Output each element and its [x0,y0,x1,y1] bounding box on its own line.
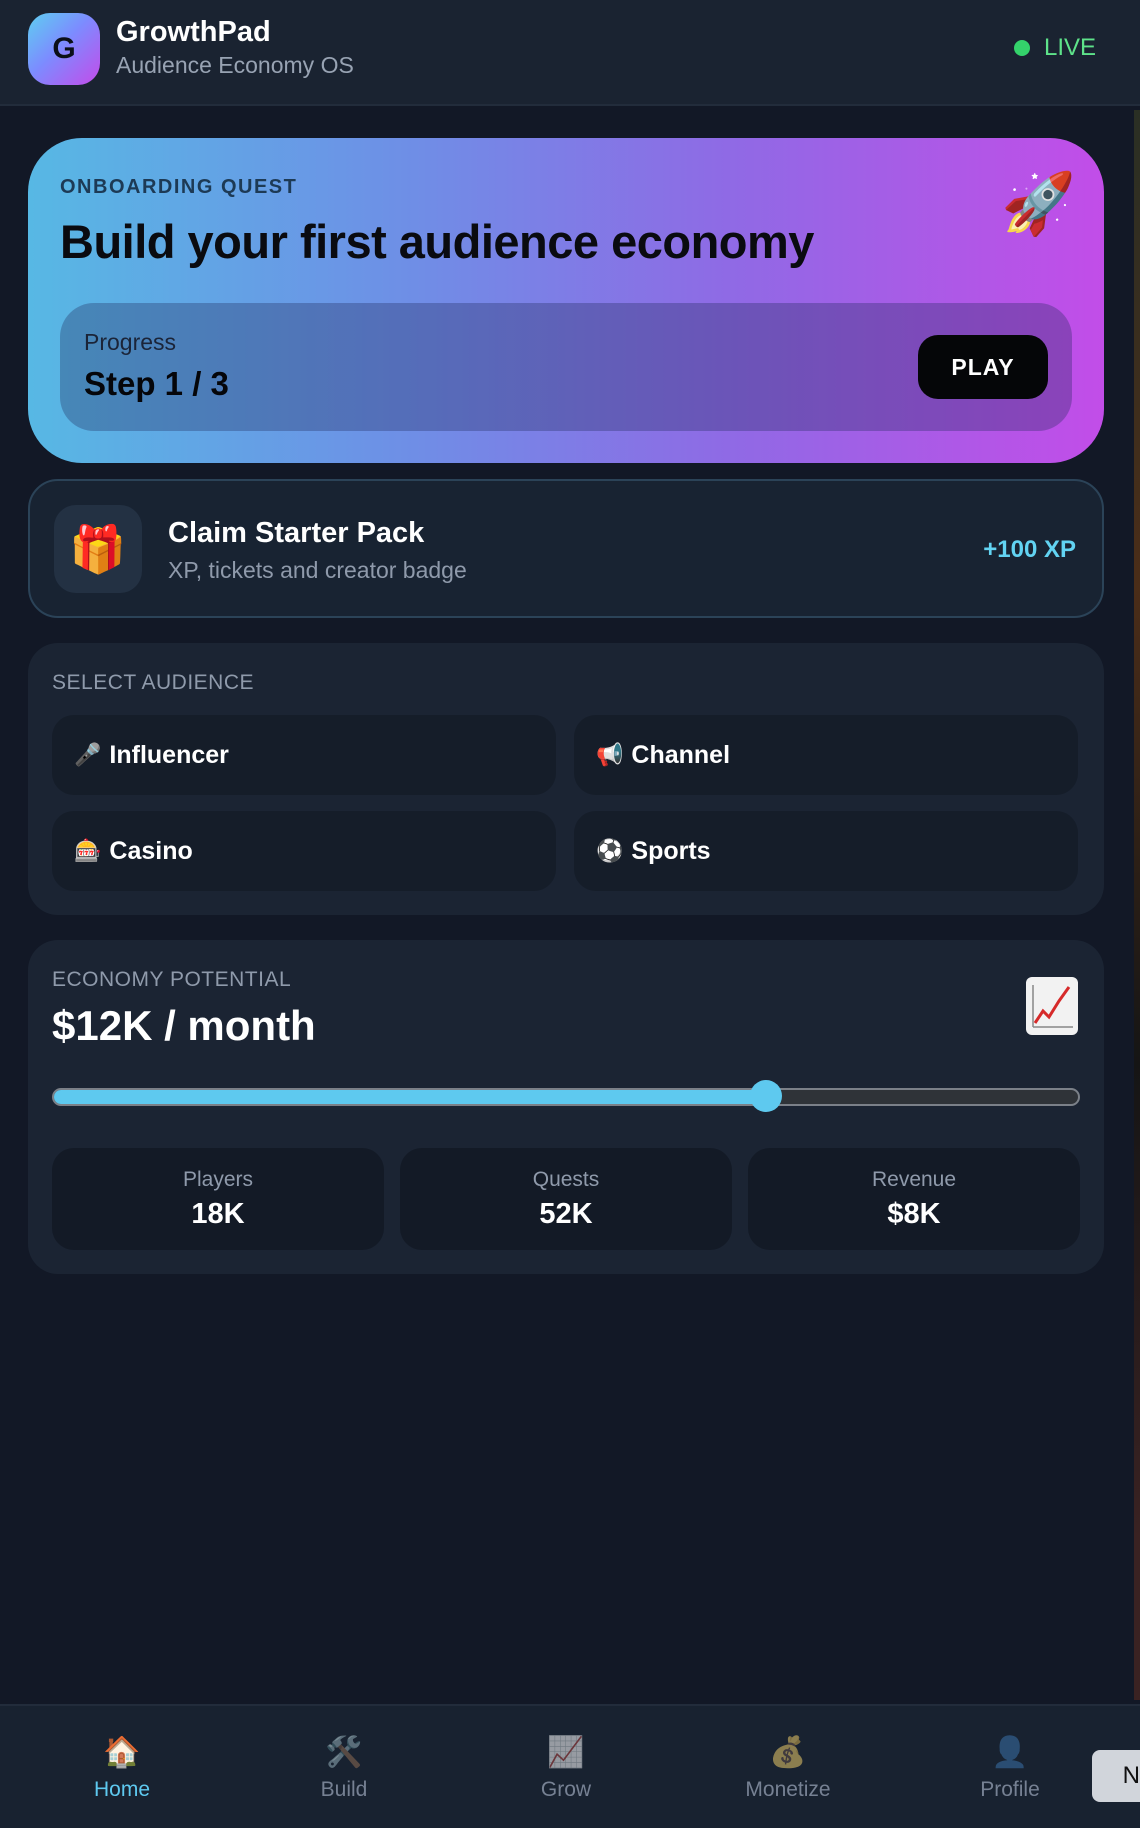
economy-slider-fill [54,1090,766,1104]
edge-overlay-button[interactable]: N [1092,1750,1140,1802]
money-bag-icon: 💰 [769,1736,807,1769]
chart-increasing-icon [1026,977,1078,1035]
audience-option-influencer[interactable]: 🎤 Influencer [52,715,556,795]
gift-icon: 🎁 [54,505,142,593]
audience-option-sports[interactable]: ⚽ Sports [574,811,1078,891]
audience-option-label: Sports [631,836,711,865]
live-dot-icon [1013,40,1030,56]
economy-potential-value: $12K / month [52,1002,316,1049]
nav-item-home[interactable]: 🏠 Home [42,1738,202,1802]
stat-value: $8K [887,1198,941,1230]
stat-value: 18K [191,1198,245,1230]
progress-label: Progress [84,329,177,355]
microphone-icon: 🎤 [74,742,102,767]
economy-potential-panel: ECONOMY POTENTIAL $12K / month Players 1… [28,940,1104,1274]
audience-option-casino[interactable]: 🎰 Casino [52,811,556,891]
stat-quests: Quests 52K [400,1148,732,1250]
nav-item-grow[interactable]: 📈 Grow [486,1738,646,1802]
tools-icon: 🛠️ [325,1736,363,1769]
economy-slider-track[interactable] [52,1088,1080,1106]
nav-label: Build [320,1778,368,1801]
live-label: LIVE [1043,34,1096,61]
audience-option-label: Influencer [109,740,229,769]
progress-step: Step 1 / 3 [84,365,229,402]
nav-label: Monetize [745,1778,831,1801]
home-icon: 🏠 [103,1736,141,1769]
live-status: LIVE [1013,34,1096,62]
header-bar: G GrowthPad Audience Economy OS LIVE [0,0,1140,106]
economy-potential-label: ECONOMY POTENTIAL [52,968,292,991]
select-audience-panel: SELECT AUDIENCE 🎤 Influencer 📢 Channel 🎰… [28,643,1104,915]
nav-label: Grow [540,1778,592,1801]
starter-pack-title: Claim Starter Pack [168,517,425,549]
nav-item-profile[interactable]: 👤 Profile [930,1738,1090,1802]
stat-label: Quests [532,1168,600,1191]
stat-value: 52K [539,1198,593,1230]
app-logo: G [28,13,100,85]
app-window: G GrowthPad Audience Economy OS LIVE ONB… [0,0,1140,1828]
economy-slider-thumb[interactable] [750,1080,783,1112]
profile-icon: 👤 [991,1736,1029,1769]
nav-item-build[interactable]: 🛠️ Build [264,1738,424,1802]
onboarding-quest-card: ONBOARDING QUEST Build your first audien… [28,138,1104,463]
chart-icon: 📈 [547,1736,585,1769]
main-view: G GrowthPad Audience Economy OS LIVE ONB… [0,0,1140,1828]
background-window-edge [1134,110,1140,1700]
stat-label: Players [182,1168,254,1191]
stat-label: Revenue [871,1168,957,1191]
nav-label: Home [93,1778,151,1801]
xp-reward: +100 XP [983,536,1076,563]
quest-title: Build your first audience economy [60,215,814,268]
slot-machine-icon: 🎰 [74,838,102,863]
app-subtitle: Audience Economy OS [116,52,354,78]
audience-option-label: Casino [109,836,193,865]
stat-revenue: Revenue $8K [748,1148,1080,1250]
starter-pack-subtitle: XP, tickets and creator badge [168,557,467,583]
app-name: GrowthPad [116,16,271,48]
bottom-navigation: 🏠 Home 🛠️ Build 📈 Grow 💰 Monetize 👤 Prof… [0,1704,1140,1828]
audience-option-label: Channel [631,740,731,769]
starter-pack-card[interactable]: 🎁 Claim Starter Pack XP, tickets and cre… [28,479,1104,618]
play-button[interactable]: PLAY [918,335,1048,399]
stat-players: Players 18K [52,1148,384,1250]
progress-panel: Progress Step 1 / 3 PLAY [60,303,1072,431]
megaphone-icon: 📢 [596,742,624,767]
quest-kicker: ONBOARDING QUEST [60,176,298,198]
nav-label: Profile [980,1778,1040,1801]
nav-item-monetize[interactable]: 💰 Monetize [708,1738,868,1802]
soccer-ball-icon: ⚽ [596,838,624,863]
select-audience-label: SELECT AUDIENCE [52,671,255,694]
rocket-icon: 🚀 [1001,170,1076,237]
audience-option-channel[interactable]: 📢 Channel [574,715,1078,795]
